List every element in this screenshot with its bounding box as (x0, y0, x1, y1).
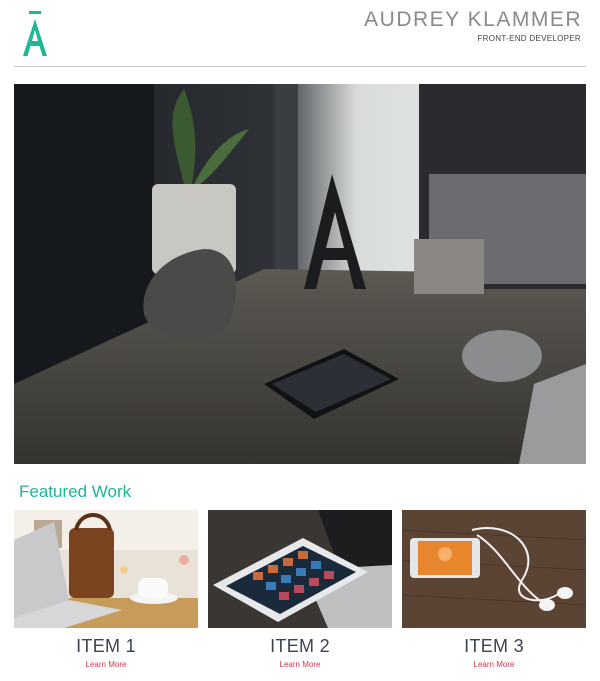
laptop-bag-coffee-photo[interactable] (14, 510, 198, 628)
hero-image (14, 84, 586, 464)
learn-more-link[interactable]: Learn More (402, 660, 586, 669)
letter-a-logo-icon[interactable] (18, 8, 52, 60)
phone-earbuds-photo[interactable] (402, 510, 586, 628)
site-header: AUDREY KLAMMER FRONT-END DEVELOPER (0, 0, 600, 66)
featured-item-3: ITEM 3 Learn More (402, 510, 586, 681)
learn-more-link[interactable]: Learn More (208, 660, 392, 669)
tablet-laptop-photo[interactable] (208, 510, 392, 628)
learn-more-link[interactable]: Learn More (14, 660, 198, 669)
featured-item-1: ITEM 1 Learn More (14, 510, 198, 681)
featured-work-heading: Featured Work (19, 482, 132, 501)
site-owner-name: AUDREY KLAMMER (364, 8, 582, 31)
site-owner-role: FRONT-END DEVELOPER (477, 34, 581, 43)
header-divider (14, 66, 586, 67)
featured-item-2: ITEM 2 Learn More (208, 510, 392, 681)
featured-item-title: ITEM 2 (270, 636, 330, 656)
featured-item-title: ITEM 1 (76, 636, 136, 656)
featured-item-title: ITEM 3 (464, 636, 524, 656)
